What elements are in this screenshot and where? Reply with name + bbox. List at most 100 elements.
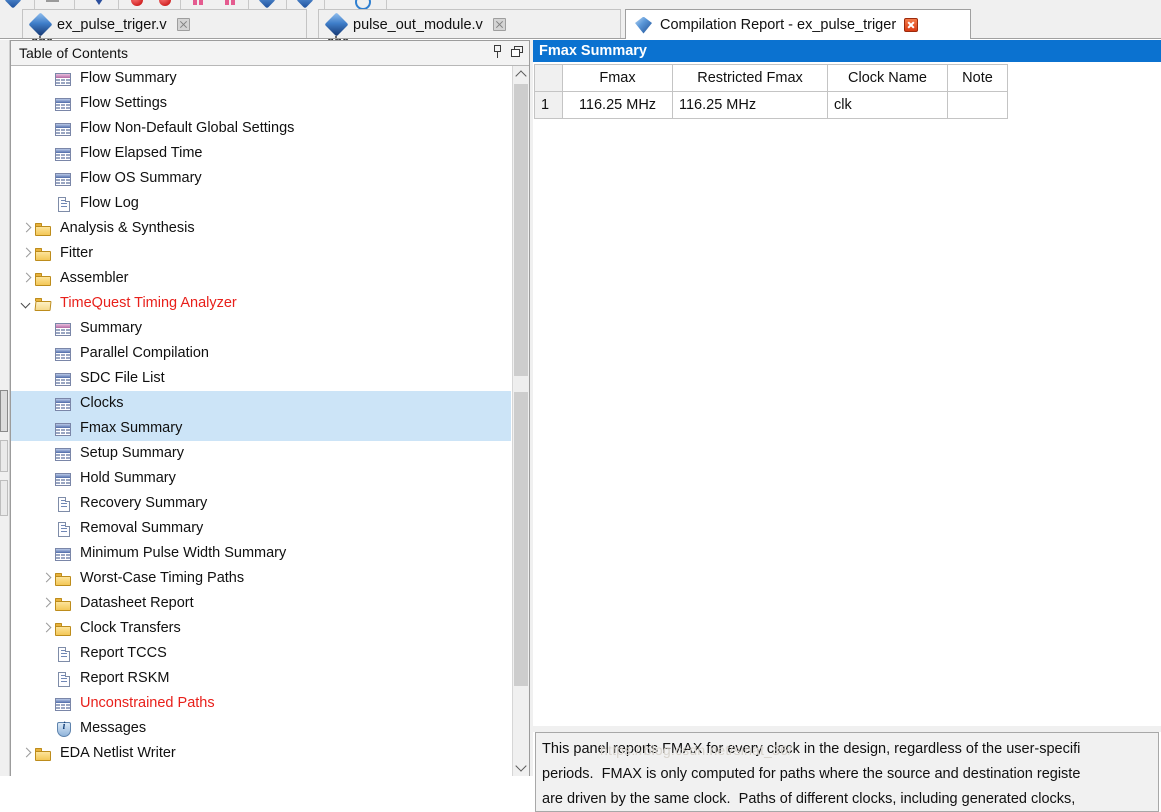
column-header-note[interactable]: Note xyxy=(947,64,1008,92)
pink-bars-icon[interactable] xyxy=(190,0,208,9)
tree-item-minimum-pulse-width-summary[interactable]: Minimum Pulse Width Summary xyxy=(11,541,511,566)
tree-item-datasheet-report[interactable]: Datasheet Report xyxy=(11,591,511,616)
chevron-right-icon[interactable] xyxy=(39,616,55,641)
table-of-contents-panel: Table of Contents Flow Summary Flow Setti… xyxy=(10,40,530,776)
red-circle-icon[interactable] xyxy=(156,0,174,9)
column-header-clock-name[interactable]: Clock Name xyxy=(827,64,948,92)
close-icon[interactable] xyxy=(904,17,919,32)
scrollbar-thumb-upper[interactable] xyxy=(514,84,528,394)
tree-item-report-rskm[interactable]: Report RSKM xyxy=(11,666,511,691)
tab-ex-pulse-triger[interactable]: abc ex_pulse_triger.v xyxy=(22,9,307,49)
tree-item-flow-non-default-global-settings[interactable]: Flow Non-Default Global Settings xyxy=(11,116,511,141)
tree-item-eda-netlist-writer[interactable]: EDA Netlist Writer xyxy=(11,741,511,766)
tree-item-label: Hold Summary xyxy=(80,470,176,486)
table-blue-icon xyxy=(55,96,74,112)
tree-item-messages[interactable]: Messages xyxy=(11,716,511,741)
tree-item-setup-summary[interactable]: Setup Summary xyxy=(11,441,511,466)
column-header-fmax[interactable]: Fmax xyxy=(562,64,673,92)
report-grid-background xyxy=(533,64,1161,726)
tree-item-sdc-file-list[interactable]: SDC File List xyxy=(11,366,511,391)
chevron-right-icon[interactable] xyxy=(19,741,35,766)
close-icon[interactable] xyxy=(492,18,506,31)
tree-item-label: Removal Summary xyxy=(80,520,204,536)
folder-icon xyxy=(35,221,54,237)
toolbar-separator xyxy=(248,0,249,9)
close-icon[interactable] xyxy=(176,18,190,31)
diamond-icon[interactable] xyxy=(4,0,22,9)
scrollbar-grip[interactable] xyxy=(514,376,528,392)
tree-item-fmax-summary[interactable]: Fmax Summary xyxy=(11,416,511,441)
document-tab-strip: abc ex_pulse_triger.v abc pulse_out_modu… xyxy=(0,9,1161,49)
cell-fmax: 116.25 MHz xyxy=(562,91,673,119)
scroll-up-arrow[interactable] xyxy=(513,66,529,83)
left-dock-strip xyxy=(0,40,10,776)
tab-compilation-report[interactable]: Compilation Report - ex_pulse_triger xyxy=(625,9,971,40)
tree-item-recovery-summary[interactable]: Recovery Summary xyxy=(11,491,511,516)
tree-item-label: Flow Settings xyxy=(80,95,168,111)
document-icon xyxy=(55,521,74,537)
column-header-restricted-fmax[interactable]: Restricted Fmax xyxy=(672,64,828,92)
tree-item-removal-summary[interactable]: Removal Summary xyxy=(11,516,511,541)
table-blue-icon xyxy=(55,421,74,437)
toc-header: Table of Contents xyxy=(11,41,529,66)
table-header-row: Fmax Restricted Fmax Clock Name Note xyxy=(534,64,1008,92)
toc-tree: Flow Summary Flow Settings Flow Non-Defaul… xyxy=(11,66,511,766)
quartus-compilation-report-window: abc ex_pulse_triger.v abc pulse_out_modu… xyxy=(0,0,1161,812)
red-ball-icon[interactable] xyxy=(128,0,146,9)
pink-bars2-icon[interactable] xyxy=(222,0,240,9)
document-icon xyxy=(55,671,74,687)
dock-tab[interactable] xyxy=(0,440,8,472)
table-pink-icon xyxy=(55,321,74,337)
column-header-rownum[interactable] xyxy=(534,64,563,92)
toc-vertical-scrollbar[interactable] xyxy=(512,66,529,776)
verilog-file-icon: abc xyxy=(324,11,349,49)
tree-item-report-tccs[interactable]: Report TCCS xyxy=(11,641,511,666)
toolbar-separator xyxy=(286,0,287,9)
cell-note xyxy=(947,91,1008,119)
tree-item-unconstrained-paths[interactable]: Unconstrained Paths xyxy=(11,691,511,716)
dock-tab-active[interactable] xyxy=(0,390,8,432)
diamond3-icon[interactable] xyxy=(296,0,314,9)
folder-icon xyxy=(55,621,74,637)
tree-item-timequest-timing-analyzer[interactable]: TimeQuest Timing Analyzer xyxy=(11,291,511,316)
twisty-spacer xyxy=(39,641,55,666)
tree-item-flow-log[interactable]: Flow Log xyxy=(11,191,511,216)
folder-icon xyxy=(55,596,74,612)
tree-item-flow-settings[interactable]: Flow Settings xyxy=(11,91,511,116)
blue-arrow-icon[interactable] xyxy=(90,0,108,9)
tree-item-assembler[interactable]: Assembler xyxy=(11,266,511,291)
folder-icon xyxy=(35,271,54,287)
tree-item-label: Fmax Summary xyxy=(80,419,186,438)
pin-icon[interactable] xyxy=(492,45,503,58)
blue-circle-icon[interactable] xyxy=(352,0,371,9)
tree-item-worst-case-timing-paths[interactable]: Worst-Case Timing Paths xyxy=(11,566,511,591)
tree-item-flow-elapsed-time[interactable]: Flow Elapsed Time xyxy=(11,141,511,166)
scrollbar-thumb-lower[interactable] xyxy=(514,392,528,686)
tree-item-flow-summary[interactable]: Flow Summary xyxy=(11,66,511,91)
tree-item-parallel-compilation[interactable]: Parallel Compilation xyxy=(11,341,511,366)
tree-item-label: Flow Non-Default Global Settings xyxy=(80,120,295,136)
tree-item-hold-summary[interactable]: Hold Summary xyxy=(11,466,511,491)
tree-item-fitter[interactable]: Fitter xyxy=(11,241,511,266)
chevron-down-icon[interactable] xyxy=(19,291,35,316)
restore-icon[interactable] xyxy=(511,46,523,57)
dock-tab[interactable] xyxy=(0,480,8,516)
tree-item-summary[interactable]: Summary xyxy=(11,316,511,341)
chevron-right-icon[interactable] xyxy=(39,566,55,591)
chevron-right-icon[interactable] xyxy=(19,266,35,291)
tree-item-analysis-synthesis[interactable]: Analysis & Synthesis xyxy=(11,216,511,241)
tab-pulse-out-module[interactable]: abc pulse_out_module.v xyxy=(318,9,621,49)
scroll-down-arrow[interactable] xyxy=(513,759,529,776)
tree-item-clock-transfers[interactable]: Clock Transfers xyxy=(11,616,511,641)
tree-item-label: Analysis & Synthesis xyxy=(60,220,195,236)
cell-clock-name: clk xyxy=(827,91,948,119)
diamond2-icon[interactable] xyxy=(258,0,276,9)
dash-icon[interactable] xyxy=(44,0,62,9)
table-row[interactable]: 1 116.25 MHz 116.25 MHz clk xyxy=(534,91,1008,119)
tree-item-flow-os-summary[interactable]: Flow OS Summary xyxy=(11,166,511,191)
tree-item-clocks[interactable]: Clocks xyxy=(11,391,511,416)
chevron-right-icon[interactable] xyxy=(19,241,35,266)
folder-icon xyxy=(55,571,74,587)
chevron-right-icon[interactable] xyxy=(39,591,55,616)
chevron-right-icon[interactable] xyxy=(19,216,35,241)
